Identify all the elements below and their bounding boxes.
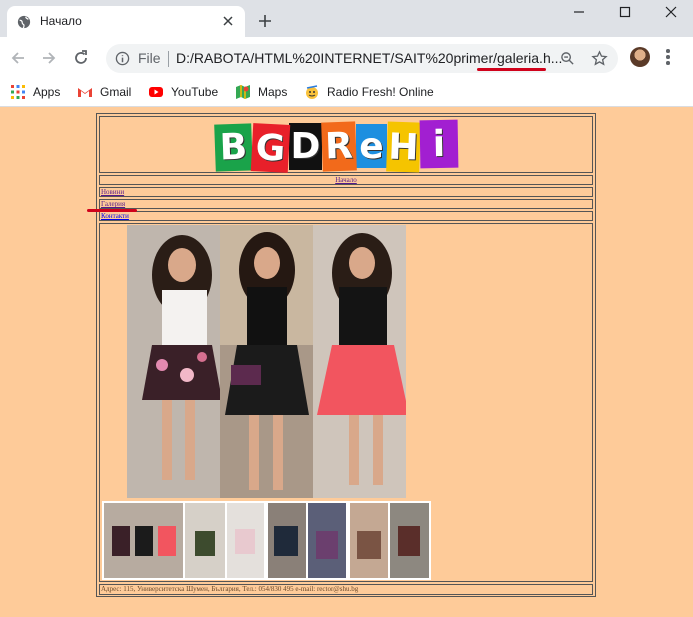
maximize-icon[interactable] bbox=[617, 4, 633, 20]
back-arrow-icon[interactable] bbox=[9, 49, 27, 67]
site-layout-table: B G D R e H i Начало Новини Галерия Конт… bbox=[96, 113, 596, 597]
gallery-underline-mark bbox=[87, 209, 137, 212]
bookmark-star-icon[interactable] bbox=[591, 50, 608, 67]
profile-avatar[interactable] bbox=[630, 47, 650, 67]
logo-letter: e bbox=[356, 124, 387, 168]
info-icon[interactable] bbox=[115, 51, 130, 66]
new-tab-icon[interactable] bbox=[257, 13, 273, 29]
gmail-icon bbox=[78, 88, 92, 97]
bookmark-radio-fresh[interactable]: Radio Fresh! Online bbox=[304, 83, 434, 101]
nav-home-cell: Начало bbox=[99, 175, 593, 185]
globe-icon bbox=[17, 15, 31, 29]
bookmark-youtube[interactable]: YouTube bbox=[148, 83, 218, 101]
logo-letter: H bbox=[386, 121, 421, 173]
apps-grid-icon bbox=[11, 85, 25, 99]
nav-contacts-cell: Контакти bbox=[99, 211, 593, 221]
tab-strip: Начало bbox=[0, 0, 693, 37]
nav-link-gallery[interactable]: Галерия bbox=[101, 200, 125, 208]
tab-title: Начало bbox=[40, 14, 82, 28]
gallery-main-photo bbox=[127, 225, 406, 498]
nav-link-home[interactable]: Начало bbox=[335, 176, 357, 184]
forward-arrow-icon[interactable] bbox=[40, 49, 58, 67]
bookmark-label: Maps bbox=[258, 85, 288, 99]
nav-link-news[interactable]: Новини bbox=[101, 188, 124, 196]
footer-cell: Адрес: 115, Университетска Шумен, Българ… bbox=[99, 584, 593, 595]
bookmark-label: Gmail bbox=[100, 85, 132, 99]
browser-toolbar: File D:/RABOTA/HTML%20INTERNET/SAIT%20pr… bbox=[0, 37, 693, 78]
bookmark-apps[interactable]: Apps bbox=[10, 83, 60, 101]
logo-letter: G bbox=[250, 123, 291, 173]
maps-icon bbox=[236, 85, 250, 99]
footer-address: Адрес: 115, Университетска Шумен, Българ… bbox=[101, 585, 359, 593]
nav-gallery-cell: Галерия bbox=[99, 199, 593, 209]
radio-fresh-icon bbox=[306, 85, 318, 99]
close-tab-icon[interactable] bbox=[221, 14, 235, 28]
nav-news-cell: Новини bbox=[99, 187, 593, 197]
web-page: B G D R e H i Начало Новини Галерия Конт… bbox=[0, 108, 693, 617]
omnibox-separator bbox=[168, 51, 169, 67]
more-menu-icon[interactable] bbox=[665, 49, 671, 67]
bookmarks-bar: Apps Gmail YouTube Maps Radio Fresh! Onl… bbox=[0, 78, 693, 107]
gallery-thumbnails[interactable] bbox=[102, 501, 431, 580]
close-window-icon[interactable] bbox=[663, 4, 679, 20]
bookmark-label: Apps bbox=[33, 85, 61, 99]
gallery-content-cell bbox=[99, 223, 593, 582]
bookmark-maps[interactable]: Maps bbox=[235, 83, 287, 101]
logo-letter: i bbox=[419, 119, 459, 169]
logo-letter: B bbox=[214, 123, 253, 172]
bookmark-label: YouTube bbox=[171, 85, 219, 99]
file-scheme-label: File bbox=[138, 50, 161, 66]
youtube-icon bbox=[149, 87, 163, 97]
minimize-icon[interactable] bbox=[571, 4, 587, 20]
reload-icon[interactable] bbox=[72, 49, 90, 67]
url-text[interactable]: D:/RABOTA/HTML%20INTERNET/SAIT%20primer/… bbox=[176, 50, 562, 66]
url-underline-mark bbox=[477, 68, 546, 71]
logo-letter: D bbox=[289, 123, 322, 170]
zoom-icon[interactable] bbox=[560, 51, 575, 66]
logo-cell: B G D R e H i bbox=[99, 116, 593, 173]
bookmark-gmail[interactable]: Gmail bbox=[77, 83, 131, 101]
logo-letter: R bbox=[321, 121, 357, 172]
nav-link-contacts[interactable]: Контакти bbox=[101, 212, 129, 220]
site-logo: B G D R e H i bbox=[214, 119, 459, 173]
browser-tab[interactable]: Начало bbox=[7, 6, 245, 37]
bookmark-label: Radio Fresh! Online bbox=[327, 85, 434, 99]
